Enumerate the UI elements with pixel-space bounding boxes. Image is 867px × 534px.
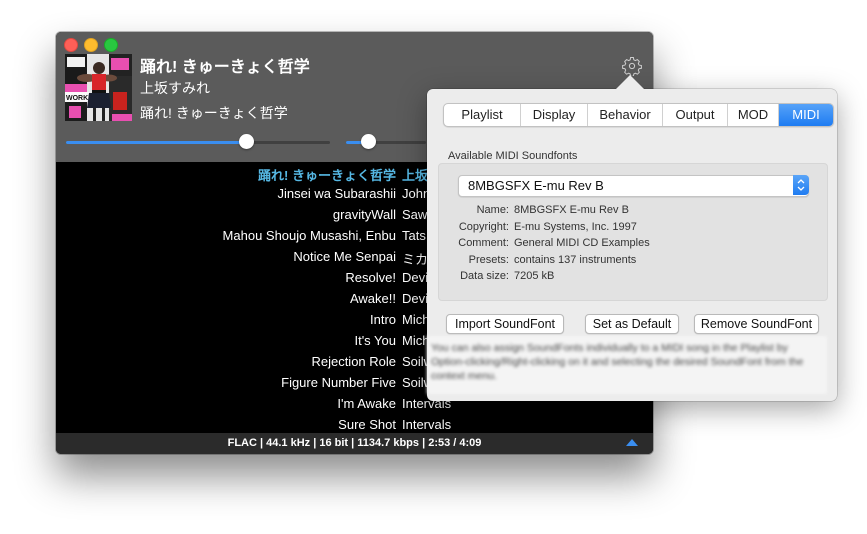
playlist-row-title: Notice Me Senpai: [293, 249, 396, 264]
playlist-row-artist: Saw: [402, 207, 428, 222]
playlist-row-artist: John: [402, 186, 431, 201]
info-row-data-size: Data size: 7205 kB: [439, 270, 819, 287]
info-row-copyright: Copyright: E-mu Systems, Inc. 1997: [439, 221, 819, 238]
playlist-row-artist: Intervals: [402, 417, 452, 432]
album-artwork-image: WORK!: [65, 54, 132, 121]
track-title: 踊れ! きゅーきょく哲学: [140, 59, 310, 76]
info-value: contains 137 instruments: [514, 253, 637, 266]
tab-midi[interactable]: MIDI: [779, 104, 833, 126]
soundfont-info: Name: 8MBGSFX E-mu Rev B Copyright: E-mu…: [439, 204, 819, 287]
chevron-up-down-icon[interactable]: [793, 175, 809, 195]
info-key: Copyright:: [458, 220, 509, 233]
playlist-row-artist: Devi: [402, 270, 429, 285]
playlist-row-artist: 上坂: [402, 168, 429, 183]
info-key: Name:: [476, 204, 509, 216]
playlist-row-artist: Mich: [402, 312, 430, 327]
info-value: E-mu Systems, Inc. 1997: [514, 220, 637, 233]
playlist-row-artist: Mich: [402, 333, 430, 348]
playlist-row-title: Rejection Role: [311, 354, 396, 369]
tab-display[interactable]: Display: [521, 104, 588, 126]
playlist-row-artist: ミカ: [402, 252, 429, 267]
playlist-row-title: 踊れ! きゅーきょく哲学: [258, 168, 396, 183]
soundfont-group: 8MBGSFX E-mu Rev B Name: 8MBGSFX E-mu Re…: [438, 163, 828, 301]
toggle-playlist-icon[interactable]: [626, 439, 638, 446]
info-value: 8MBGSFX E-mu Rev B: [514, 204, 629, 216]
set-as-default-button[interactable]: Set as Default: [585, 314, 679, 334]
playlist-row[interactable]: Sure Shot Intervals: [56, 414, 653, 433]
playlist-row-title: Figure Number Five: [281, 375, 396, 390]
playlist-row-title: Awake!!: [349, 291, 396, 306]
info-key: Presets:: [468, 253, 509, 266]
info-value: General MIDI CD Examples: [514, 237, 650, 249]
info-row-name: Name: 8MBGSFX E-mu Rev B: [439, 204, 819, 221]
svg-text:WORK!: WORK!: [66, 95, 91, 102]
minimize-button[interactable]: [84, 38, 98, 52]
seek-slider[interactable]: [66, 134, 330, 150]
playlist-row-title: I'm Awake: [337, 396, 396, 411]
playlist-row-title: Intro: [369, 312, 396, 327]
tab-behavior[interactable]: Behavior: [588, 104, 663, 126]
info-row-comment: Comment: General MIDI CD Examples: [439, 237, 819, 254]
import-soundfont-button[interactable]: Import SoundFont: [446, 314, 564, 334]
preferences-tabs: Playlist Display Behavior Output MOD MID…: [443, 103, 834, 127]
playlist-row-title: It's You: [354, 333, 396, 348]
info-key: Data size:: [460, 270, 509, 282]
track-album: 踊れ! きゅーきょく哲学: [140, 105, 288, 121]
popover-arrow: [616, 75, 644, 89]
track-artist: 上坂すみれ: [140, 80, 210, 96]
info-row-presets: Presets: contains 137 instruments: [439, 254, 819, 271]
tab-mod[interactable]: MOD: [728, 104, 779, 126]
playlist-row-title: Jinsei wa Subarashii: [277, 186, 396, 201]
info-key: Comment:: [458, 237, 509, 249]
stream-info: FLAC | 44.1 kHz | 16 bit | 1134.7 kbps |…: [227, 437, 482, 449]
volume-slider-knob[interactable]: [361, 134, 377, 149]
section-label: Available MIDI Soundfonts: [448, 150, 578, 162]
volume-slider[interactable]: [346, 134, 426, 150]
gear-icon[interactable]: [622, 56, 642, 77]
playlist-row-title: gravityWall: [332, 207, 396, 222]
playlist-row-artist: Devi: [402, 291, 429, 306]
hint-text: You can also assign SoundFonts individua…: [427, 336, 827, 394]
playlist-row-title: Resolve!: [345, 270, 396, 285]
status-bar: FLAC | 44.1 kHz | 16 bit | 1134.7 kbps |…: [56, 433, 653, 454]
tab-playlist[interactable]: Playlist: [444, 104, 521, 126]
soundfont-select[interactable]: 8MBGSFX E-mu Rev B: [458, 175, 809, 197]
soundfont-select-value: 8MBGSFX E-mu Rev B: [468, 178, 604, 193]
playlist-row-title: Mahou Shoujo Musashi, Enbu: [222, 228, 396, 243]
tab-output[interactable]: Output: [663, 104, 728, 126]
playlist-row-artist: Tats: [402, 228, 426, 243]
playlist-row-title: Sure Shot: [338, 417, 396, 432]
seek-slider-knob[interactable]: [238, 134, 254, 149]
info-value: 7205 kB: [514, 270, 555, 282]
zoom-button[interactable]: [104, 38, 118, 52]
close-button[interactable]: [64, 38, 78, 52]
album-artwork: WORK!: [65, 54, 132, 121]
remove-soundfont-button[interactable]: Remove SoundFont: [694, 314, 819, 334]
preferences-popover: Playlist Display Behavior Output MOD MID…: [427, 75, 837, 401]
